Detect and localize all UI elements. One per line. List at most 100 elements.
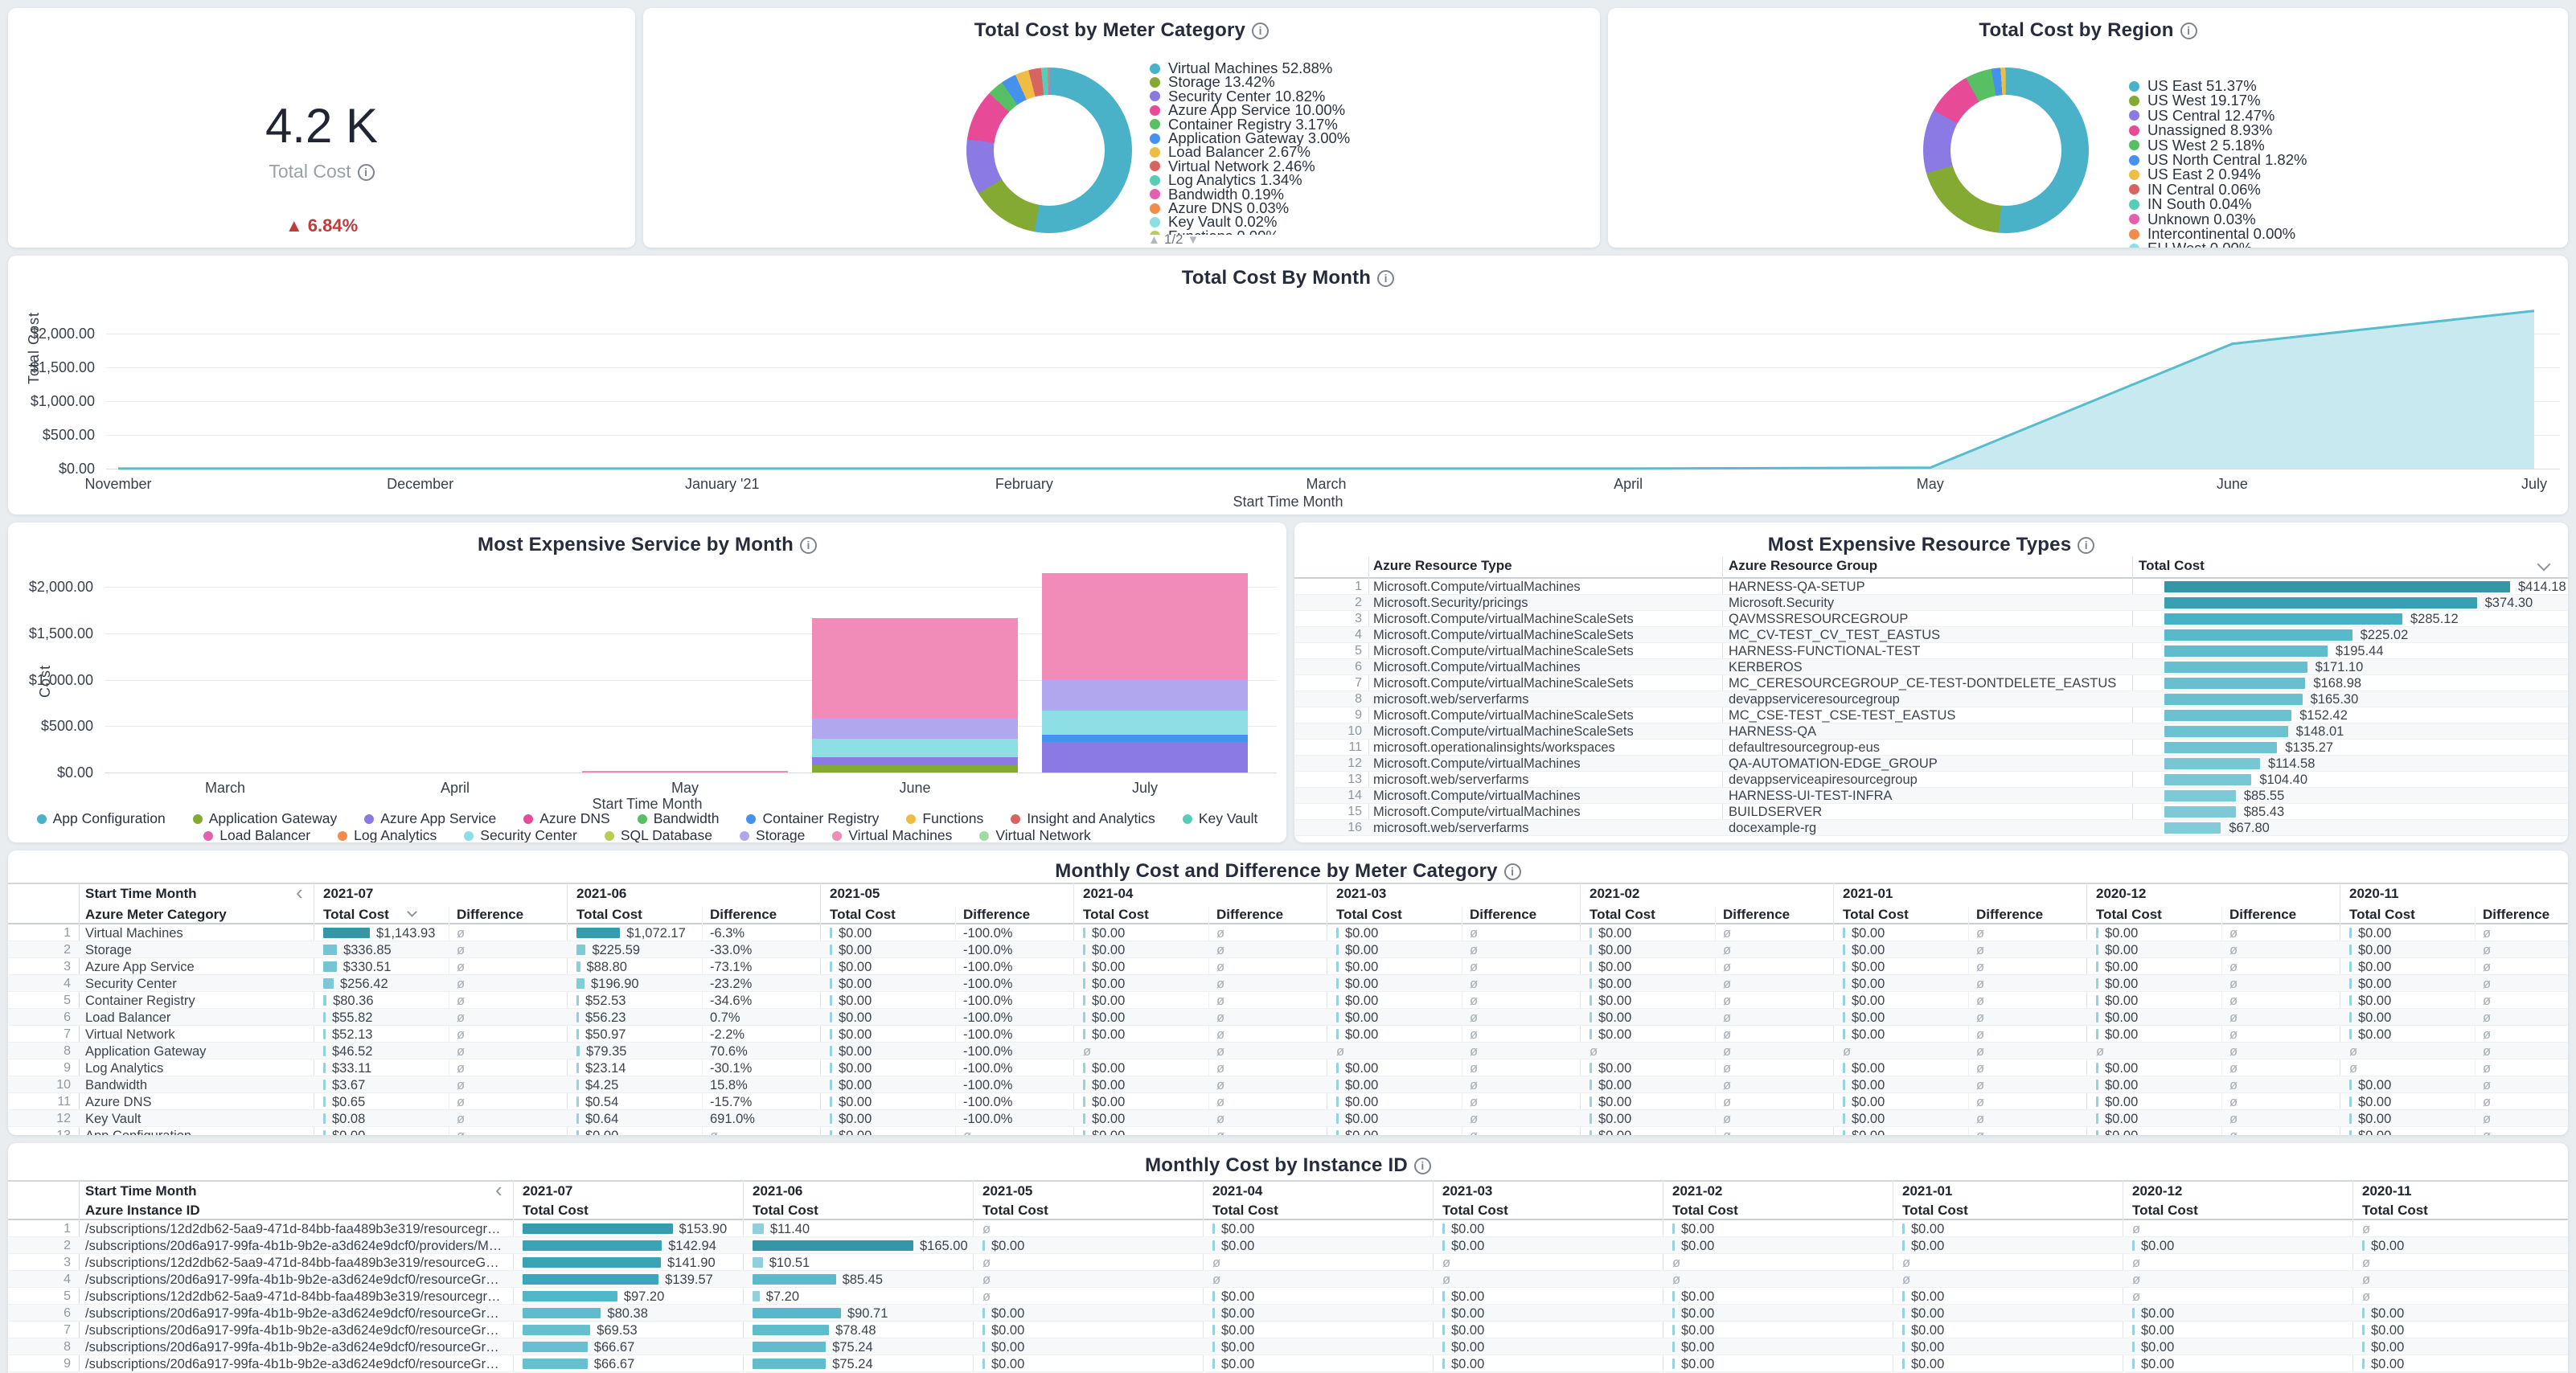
bar-segment[interactable] (1042, 735, 1248, 742)
cost-value: $23.14 (585, 1061, 626, 1076)
legend-item[interactable]: Bandwidth (638, 810, 720, 827)
legend-item[interactable]: Azure DNS (523, 810, 610, 827)
sort-chevron-icon[interactable] (2537, 558, 2551, 572)
bar-segment[interactable] (1042, 742, 1248, 773)
difference-header[interactable]: Difference (710, 907, 777, 923)
info-icon[interactable]: i (2078, 537, 2094, 554)
month-header[interactable]: 2021-03 (1442, 1183, 1492, 1199)
info-icon[interactable]: i (1252, 23, 1269, 39)
legend-item[interactable]: Virtual Network (979, 827, 1090, 842)
month-header[interactable]: 2021-02 (1589, 886, 1639, 902)
total-cost-header[interactable]: Total Cost (1442, 1203, 1508, 1219)
month-header[interactable]: 2021-04 (1212, 1183, 1262, 1199)
bar-segment[interactable] (812, 618, 1018, 718)
cost-value: $0.00 (2358, 977, 2391, 992)
legend-item[interactable]: Key Vault (1183, 810, 1258, 827)
bar-segment[interactable] (1042, 711, 1248, 735)
month-header[interactable]: 2021-06 (576, 886, 626, 902)
bar-segment[interactable] (812, 739, 1018, 757)
cost-value: ø (2349, 1061, 2357, 1076)
total-cost-header[interactable]: Total Cost (2096, 907, 2162, 923)
total-cost-header[interactable]: Total Cost (1212, 1203, 1278, 1219)
bar-segment[interactable] (812, 765, 1018, 773)
difference-header[interactable]: Difference (457, 907, 523, 923)
cost-bar (323, 1012, 326, 1023)
difference-header[interactable]: Difference (1723, 907, 1790, 923)
total-cost-header[interactable]: Total Cost (830, 907, 896, 923)
total-cost-header[interactable]: Total Cost (2132, 1203, 2198, 1219)
cost-bar (1083, 995, 1085, 1006)
total-cost-header[interactable]: Total Cost (1672, 1203, 1738, 1219)
legend-item[interactable]: Storage (740, 827, 805, 842)
legend-item[interactable]: Load Balancer (203, 827, 310, 842)
total-cost-header[interactable]: Total Cost (1083, 907, 1149, 923)
info-icon[interactable]: i (2180, 23, 2197, 39)
row-number: 2 (8, 943, 71, 957)
column-header[interactable]: Total Cost (2139, 558, 2205, 574)
column-page-left-icon[interactable]: ‹ (495, 1180, 502, 1199)
legend-item[interactable]: Container Registry (746, 810, 879, 827)
column-header[interactable]: Azure Resource Type (1373, 558, 1512, 574)
legend-item[interactable]: Log Analytics (338, 827, 437, 842)
month-header[interactable]: 2021-05 (830, 886, 880, 902)
pager-up-icon[interactable]: ▲ (1148, 233, 1160, 247)
total-cost-header[interactable]: Total Cost (982, 1203, 1048, 1219)
month-header[interactable]: 2021-06 (753, 1183, 802, 1199)
legend-item[interactable]: Azure App Service (364, 810, 496, 827)
total-cost-header[interactable]: Total Cost (753, 1203, 818, 1219)
total-cost-header[interactable]: Total Cost (323, 907, 389, 923)
month-header[interactable]: 2021-07 (323, 886, 373, 902)
bar-segment[interactable] (582, 771, 788, 773)
bar-segment[interactable] (812, 718, 1018, 739)
month-header[interactable]: 2020-12 (2096, 886, 2146, 902)
kpi-delta: ▲ 6.84% (8, 215, 635, 236)
legend-item[interactable]: EU West 0.00% (2129, 240, 2252, 248)
legend-label: SQL Database (621, 827, 712, 842)
difference-header[interactable]: Difference (2229, 907, 2296, 923)
month-header[interactable]: 2021-01 (1902, 1183, 1952, 1199)
sort-chevron-icon[interactable] (407, 907, 417, 917)
bar-segment[interactable] (812, 757, 1018, 765)
difference-header[interactable]: Difference (1976, 907, 2043, 923)
difference-value: ø (1470, 1078, 1478, 1093)
legend-item[interactable]: App Configuration (37, 810, 166, 827)
month-header[interactable]: 2021-07 (523, 1183, 572, 1199)
difference-header[interactable]: Difference (1216, 907, 1283, 923)
bar-segment[interactable] (1042, 679, 1248, 711)
month-header[interactable]: 2021-03 (1336, 886, 1386, 902)
total-cost-header[interactable]: Total Cost (1902, 1203, 1968, 1219)
month-header[interactable]: 2020-11 (2362, 1183, 2411, 1199)
cost-value: $0.00 (2105, 977, 2138, 992)
difference-header[interactable]: Difference (963, 907, 1030, 923)
table-row: 5Microsoft.Compute/virtualMachineScaleSe… (1294, 643, 2568, 659)
month-header[interactable]: 2020-11 (2349, 886, 2398, 902)
legend-item[interactable]: Functions (906, 810, 983, 827)
total-cost-header[interactable]: Total Cost (1589, 907, 1655, 923)
month-header[interactable]: 2021-05 (982, 1183, 1032, 1199)
legend-item[interactable]: SQL Database (605, 827, 712, 842)
legend-item[interactable]: Security Center (464, 827, 577, 842)
donut-legend: US East 51.37%US West 19.17%US Central 1… (2129, 77, 2568, 248)
month-header[interactable]: 2021-02 (1672, 1183, 1722, 1199)
total-cost-header[interactable]: Total Cost (2349, 907, 2415, 923)
info-icon[interactable]: i (358, 164, 375, 181)
difference-header[interactable]: Difference (1470, 907, 1536, 923)
total-cost-header[interactable]: Total Cost (1843, 907, 1909, 923)
legend-item[interactable]: Insight and Analytics (1011, 810, 1155, 827)
legend-item[interactable]: Virtual Machines (832, 827, 952, 842)
pager-down-icon[interactable]: ▼ (1188, 233, 1200, 247)
difference-header[interactable]: Difference (2483, 907, 2549, 923)
cost-value: $0.00 (2358, 926, 2391, 941)
total-cost-header[interactable]: Total Cost (576, 907, 642, 923)
cost-bar (1672, 1308, 1675, 1318)
month-header[interactable]: 2020-12 (2132, 1183, 2182, 1199)
total-cost-header[interactable]: Total Cost (1336, 907, 1402, 923)
month-header[interactable]: 2021-04 (1083, 886, 1133, 902)
bar-segment[interactable] (1042, 573, 1248, 679)
column-header[interactable]: Azure Resource Group (1729, 558, 1877, 574)
total-cost-header[interactable]: Total Cost (523, 1203, 589, 1219)
legend-item[interactable]: Application Gateway (193, 810, 338, 827)
column-page-left-icon[interactable]: ‹ (296, 883, 303, 902)
month-header[interactable]: 2021-01 (1843, 886, 1893, 902)
total-cost-header[interactable]: Total Cost (2362, 1203, 2428, 1219)
